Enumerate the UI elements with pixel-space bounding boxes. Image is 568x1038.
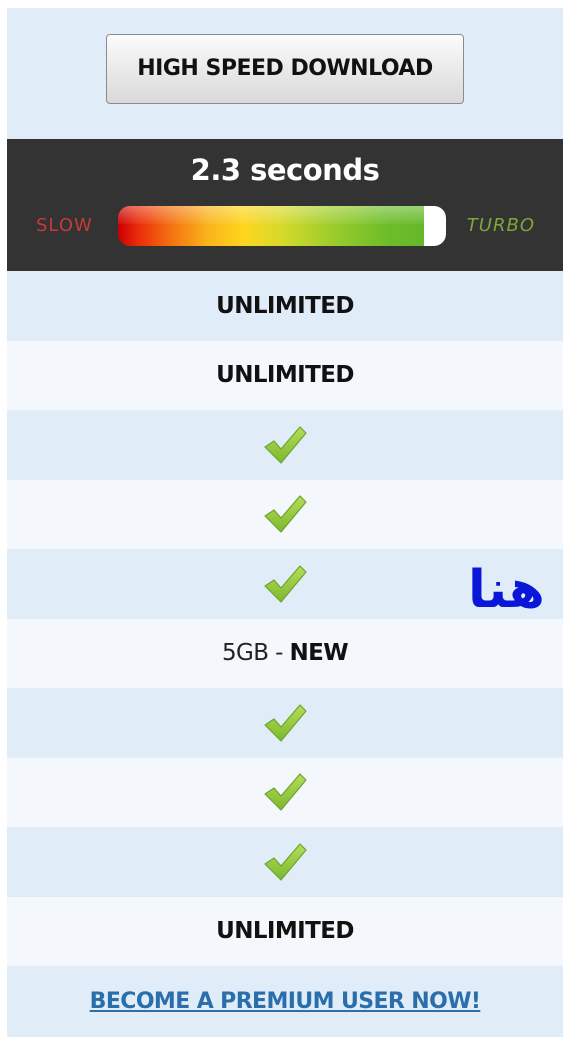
speed-meter: 2.3 seconds SLOW TURBO	[7, 139, 563, 271]
speed-bar-shine	[118, 206, 446, 224]
table-row: UNLIMITED	[7, 271, 563, 341]
new-badge: NEW	[289, 640, 349, 667]
row-value: UNLIMITED	[216, 362, 354, 389]
row-value: UNLIMITED	[216, 918, 354, 945]
speed-bar-end	[424, 206, 446, 246]
arabic-annotation: هنا	[468, 560, 545, 620]
table-row	[7, 688, 563, 758]
checkmark-icon	[264, 704, 307, 742]
table-row	[7, 757, 563, 827]
slow-label: SLOW	[36, 215, 93, 236]
table-row	[7, 410, 563, 480]
checkmark-icon	[264, 773, 307, 811]
become-premium-link[interactable]: BECOME A PREMIUM USER NOW!	[90, 989, 481, 1014]
download-time: 2.3 seconds	[190, 153, 380, 187]
table-row	[7, 827, 563, 897]
premium-cta: BECOME A PREMIUM USER NOW!	[7, 966, 563, 1037]
high-speed-download-button[interactable]: HIGH SPEED DOWNLOAD	[106, 33, 464, 104]
table-row: UNLIMITED	[7, 896, 563, 966]
table-row: UNLIMITED	[7, 340, 563, 410]
download-button-area: HIGH SPEED DOWNLOAD	[7, 8, 563, 139]
storage-amount: 5GB -	[221, 640, 290, 667]
checkmark-icon	[264, 426, 307, 464]
checkmark-icon	[264, 565, 307, 603]
checkmark-icon	[264, 843, 307, 881]
checkmark-icon	[264, 495, 307, 533]
premium-features-panel: HIGH SPEED DOWNLOAD 2.3 seconds SLOW TUR…	[7, 8, 563, 1038]
table-row	[7, 479, 563, 549]
speed-bar	[118, 206, 446, 246]
turbo-label: TURBO	[466, 215, 535, 236]
storage-value: 5GB - NEW	[221, 640, 349, 667]
row-value: UNLIMITED	[216, 292, 354, 319]
table-row: 5GB - NEW	[7, 618, 563, 688]
